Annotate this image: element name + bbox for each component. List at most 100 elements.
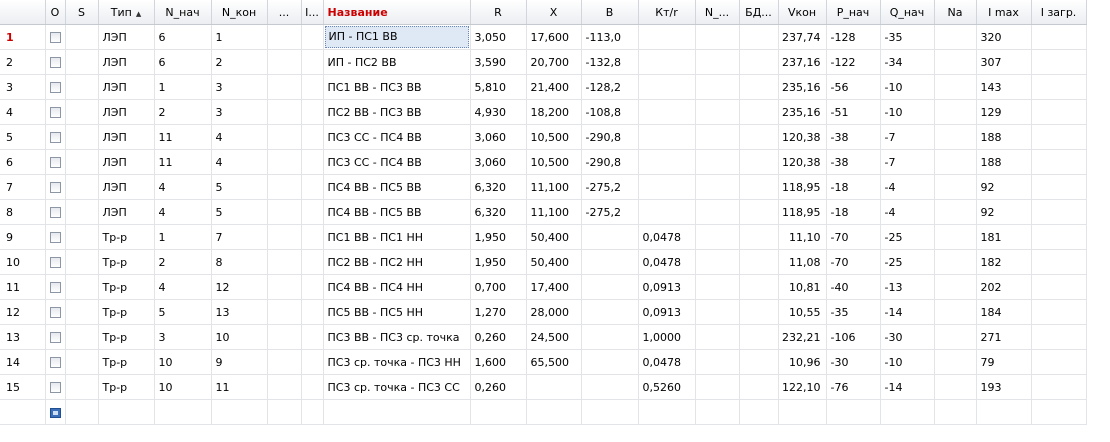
cell-n-end[interactable]: 3	[211, 99, 268, 125]
cell-n-dots[interactable]	[695, 49, 740, 75]
cell-i-load[interactable]	[1031, 349, 1087, 375]
cell-bd[interactable]	[739, 274, 779, 300]
cell-i-load[interactable]	[1031, 324, 1087, 350]
empty-cell[interactable]	[638, 399, 696, 425]
cell-i-load[interactable]	[1031, 49, 1087, 75]
cell-kt[interactable]	[638, 74, 696, 100]
table-row[interactable]: 3 ЛЭП 1 3 ПС1 ВВ - ПС3 ВВ 5,810 21,400 -128,2 23…	[0, 74, 1087, 100]
empty-cell[interactable]	[526, 399, 582, 425]
checkbox-cell[interactable]	[45, 124, 66, 150]
cell-i-load[interactable]	[1031, 299, 1087, 325]
row-number[interactable]	[0, 399, 46, 425]
empty-cell[interactable]	[739, 399, 779, 425]
cell-n-start[interactable]: 4	[154, 174, 212, 200]
cell-q-start[interactable]: -35	[880, 24, 935, 50]
cell-i-max[interactable]: 202	[976, 274, 1032, 300]
cell-p-start[interactable]: -51	[826, 99, 881, 125]
checkbox-icon[interactable]	[49, 307, 61, 318]
cell-i[interactable]	[301, 74, 324, 100]
row-number[interactable]: 6	[0, 149, 46, 175]
header-col-ellipsis[interactable]: ...	[267, 0, 302, 25]
cell-name[interactable]: ПС5 ВВ - ПС5 НН	[323, 299, 471, 325]
empty-cell[interactable]	[323, 399, 471, 425]
cell-name[interactable]: ПС2 ВВ - ПС2 НН	[323, 249, 471, 275]
cell-type[interactable]: Тр-р	[98, 324, 155, 350]
new-row-cell[interactable]	[45, 399, 66, 425]
checkbox-cell[interactable]	[45, 249, 66, 275]
cell-n-start[interactable]: 2	[154, 99, 212, 125]
header-col-b[interactable]: B	[581, 0, 639, 25]
header-col-o[interactable]: О	[45, 0, 66, 25]
cell-name[interactable]: ИП - ПС1 ВВ	[323, 24, 471, 50]
header-col-kt[interactable]: Кт/r	[638, 0, 696, 25]
cell-ellipsis[interactable]	[267, 74, 302, 100]
row-number[interactable]: 9	[0, 224, 46, 250]
cell-s[interactable]	[65, 49, 99, 75]
cell-ellipsis[interactable]	[267, 224, 302, 250]
cell-i[interactable]	[301, 124, 324, 150]
cell-i[interactable]	[301, 249, 324, 275]
cell-kt[interactable]: 0,0478	[638, 224, 696, 250]
cell-n-end[interactable]: 3	[211, 74, 268, 100]
cell-n-dots[interactable]	[695, 349, 740, 375]
cell-b[interactable]	[581, 374, 639, 400]
empty-cell[interactable]	[976, 399, 1032, 425]
cell-b[interactable]: -132,8	[581, 49, 639, 75]
cell-r[interactable]: 1,600	[470, 349, 527, 375]
cell-v-end[interactable]: 10,96	[778, 349, 827, 375]
new-row[interactable]	[0, 399, 1087, 425]
cell-q-start[interactable]: -7	[880, 124, 935, 150]
cell-x[interactable]: 11,100	[526, 174, 582, 200]
cell-i-max[interactable]: 271	[976, 324, 1032, 350]
cell-b[interactable]	[581, 274, 639, 300]
cell-type[interactable]: ЛЭП	[98, 24, 155, 50]
cell-i-load[interactable]	[1031, 274, 1087, 300]
cell-na[interactable]	[934, 224, 977, 250]
cell-s[interactable]	[65, 299, 99, 325]
cell-r[interactable]: 0,260	[470, 324, 527, 350]
cell-b[interactable]	[581, 249, 639, 275]
cell-n-dots[interactable]	[695, 149, 740, 175]
cell-n-end[interactable]: 8	[211, 249, 268, 275]
cell-type[interactable]: ЛЭП	[98, 49, 155, 75]
cell-ellipsis[interactable]	[267, 99, 302, 125]
cell-n-end[interactable]: 4	[211, 124, 268, 150]
cell-na[interactable]	[934, 324, 977, 350]
checkbox-icon[interactable]	[49, 357, 61, 368]
cell-bd[interactable]	[739, 174, 779, 200]
cell-n-end[interactable]: 2	[211, 49, 268, 75]
cell-kt[interactable]	[638, 149, 696, 175]
cell-ellipsis[interactable]	[267, 324, 302, 350]
cell-p-start[interactable]: -56	[826, 74, 881, 100]
row-number[interactable]: 5	[0, 124, 46, 150]
empty-cell[interactable]	[154, 399, 212, 425]
cell-p-start[interactable]: -70	[826, 224, 881, 250]
empty-cell[interactable]	[934, 399, 977, 425]
cell-name-selected[interactable]: ИП - ПС1 ВВ	[324, 26, 469, 48]
header-col-n-start[interactable]: N_нач	[154, 0, 212, 25]
cell-v-end[interactable]: 118,95	[778, 174, 827, 200]
cell-v-end[interactable]: 10,55	[778, 299, 827, 325]
cell-n-dots[interactable]	[695, 99, 740, 125]
cell-n-start[interactable]: 10	[154, 349, 212, 375]
cell-n-dots[interactable]	[695, 124, 740, 150]
cell-name[interactable]: ПС3 ВВ - ПС3 ср. точка	[323, 324, 471, 350]
cell-bd[interactable]	[739, 74, 779, 100]
cell-n-dots[interactable]	[695, 224, 740, 250]
cell-b[interactable]: -290,8	[581, 149, 639, 175]
cell-i[interactable]	[301, 324, 324, 350]
cell-s[interactable]	[65, 199, 99, 225]
cell-type[interactable]: Тр-р	[98, 374, 155, 400]
table-row[interactable]: 13 Тр-р 3 10 ПС3 ВВ - ПС3 ср. точка 0,260 24,5…	[0, 324, 1087, 350]
checkbox-cell[interactable]	[45, 149, 66, 175]
checkbox-cell[interactable]	[45, 324, 66, 350]
cell-v-end[interactable]: 11,10	[778, 224, 827, 250]
cell-n-dots[interactable]	[695, 174, 740, 200]
cell-i[interactable]	[301, 299, 324, 325]
cell-b[interactable]: -275,2	[581, 199, 639, 225]
cell-s[interactable]	[65, 274, 99, 300]
cell-name[interactable]: ПС3 ср. точка - ПС3 НН	[323, 349, 471, 375]
cell-p-start[interactable]: -106	[826, 324, 881, 350]
checkbox-icon[interactable]	[49, 107, 61, 118]
cell-type[interactable]: ЛЭП	[98, 99, 155, 125]
